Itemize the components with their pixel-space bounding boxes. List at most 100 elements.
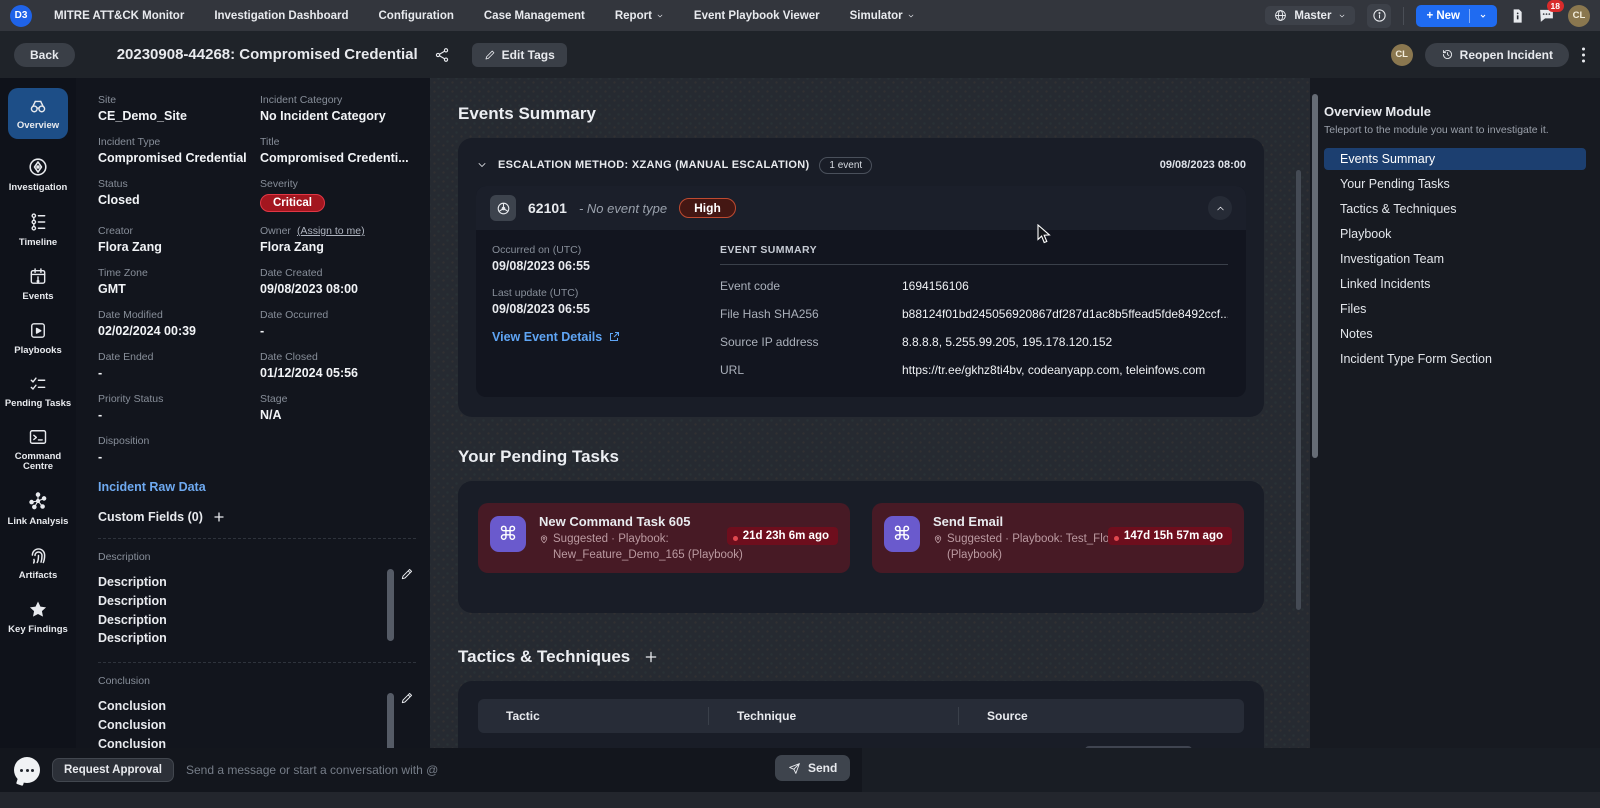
nav-item-report[interactable]: Report bbox=[615, 10, 664, 22]
rail-item-overview[interactable]: Overview bbox=[8, 88, 68, 139]
panel-scrollbar[interactable] bbox=[1312, 94, 1318, 458]
chevron-down-icon bbox=[907, 12, 915, 20]
pending-tasks-heading: Your Pending Tasks bbox=[458, 447, 1310, 467]
view-event-details-link[interactable]: View Event Details bbox=[492, 330, 720, 344]
add-tactic-icon[interactable] bbox=[644, 650, 658, 664]
escalation-method-title: ESCALATION METHOD: XZANG (MANUAL ESCALAT… bbox=[498, 159, 809, 171]
overview-module-title: Overview Module bbox=[1324, 104, 1586, 119]
bottom-strip bbox=[0, 792, 1600, 808]
nav-item-mitre[interactable]: MITRE ATT&CK Monitor bbox=[54, 10, 184, 22]
pin-icon bbox=[933, 533, 943, 545]
chevron-down-icon bbox=[1338, 12, 1346, 20]
star-icon bbox=[27, 599, 49, 620]
edit-conclusion-icon[interactable] bbox=[400, 691, 414, 705]
source-ip-value: 8.8.8.8, 5.255.99.205, 195.178.120.152 bbox=[902, 335, 1228, 349]
info-button[interactable] bbox=[1367, 4, 1391, 28]
task-card-new-command[interactable]: ⌘ New Command Task 605 Suggested · Playb… bbox=[478, 503, 850, 573]
field-time-zone: Time ZoneGMT bbox=[98, 267, 256, 296]
module-link-playbook[interactable]: Playbook bbox=[1324, 223, 1586, 245]
field-date-ended: Date Ended- bbox=[98, 351, 256, 380]
info-icon bbox=[1372, 8, 1387, 23]
message-input[interactable] bbox=[186, 763, 848, 777]
assign-to-me-link[interactable]: (Assign to me) bbox=[297, 225, 365, 237]
conclusion-scrollbar[interactable] bbox=[387, 693, 394, 748]
module-link-events-summary[interactable]: Events Summary bbox=[1324, 148, 1586, 170]
module-link-linked-incidents[interactable]: Linked Incidents bbox=[1324, 273, 1586, 295]
module-link-pending-tasks[interactable]: Your Pending Tasks bbox=[1324, 173, 1586, 195]
binoculars-icon bbox=[27, 96, 49, 116]
field-site: SiteCE_Demo_Site bbox=[98, 94, 256, 123]
document-icon[interactable] bbox=[1509, 7, 1525, 25]
incident-raw-data-link[interactable]: Incident Raw Data bbox=[98, 480, 416, 494]
nav-item-configuration[interactable]: Configuration bbox=[379, 10, 454, 22]
event-id: 62101 bbox=[528, 200, 567, 216]
new-button[interactable]: + New bbox=[1416, 5, 1497, 27]
main-scrollbar[interactable] bbox=[1296, 170, 1301, 610]
rail-item-investigation[interactable]: Investigation bbox=[3, 156, 73, 194]
tactics-table-header: Tactic Technique Source bbox=[478, 699, 1244, 733]
divider bbox=[720, 264, 1228, 265]
checklist-icon bbox=[27, 374, 49, 394]
description-scrollbar[interactable] bbox=[387, 569, 394, 641]
field-severity: SeverityCritical bbox=[260, 178, 416, 212]
rail-item-key-findings[interactable]: Key Findings bbox=[3, 599, 73, 636]
rail-item-timeline[interactable]: Timeline bbox=[3, 211, 73, 249]
divider bbox=[98, 538, 416, 539]
chat-bubble-icon[interactable] bbox=[14, 757, 40, 783]
nav-item-case-management[interactable]: Case Management bbox=[484, 10, 585, 22]
collapse-event-button[interactable] bbox=[1208, 196, 1232, 220]
nav-item-simulator[interactable]: Simulator bbox=[850, 10, 915, 22]
back-button[interactable]: Back bbox=[14, 43, 75, 67]
rail-item-events[interactable]: Events bbox=[3, 266, 73, 303]
pending-tasks-card: ⌘ New Command Task 605 Suggested · Playb… bbox=[458, 481, 1264, 613]
event-type-icon-button[interactable] bbox=[490, 195, 516, 221]
field-date-created: Date Created09/08/2023 08:00 bbox=[260, 267, 416, 296]
task-card-send-email[interactable]: ⌘ Send Email Suggested · Playbook: Test_… bbox=[872, 503, 1244, 573]
field-date-modified: Date Modified02/02/2024 00:39 bbox=[98, 309, 256, 338]
rail-item-artifacts[interactable]: Artifacts bbox=[3, 545, 73, 582]
compass-icon bbox=[27, 156, 49, 178]
module-link-incident-type-form[interactable]: Incident Type Form Section bbox=[1324, 348, 1586, 370]
kebab-menu-icon[interactable] bbox=[1581, 46, 1586, 64]
events-summary-card: ESCALATION METHOD: XZANG (MANUAL ESCALAT… bbox=[458, 138, 1264, 417]
environment-selector[interactable]: Master bbox=[1265, 6, 1355, 25]
external-link-icon bbox=[608, 331, 620, 343]
module-link-notes[interactable]: Notes bbox=[1324, 323, 1586, 345]
module-link-files[interactable]: Files bbox=[1324, 298, 1586, 320]
last-update-value: 09/08/2023 06:55 bbox=[492, 302, 720, 316]
module-link-tactics[interactable]: Tactics & Techniques bbox=[1324, 198, 1586, 220]
nav-item-event-playbook-viewer[interactable]: Event Playbook Viewer bbox=[694, 10, 820, 22]
column-technique: Technique bbox=[708, 707, 958, 725]
chat-bar: Request Approval Send bbox=[0, 748, 862, 792]
field-title: TitleCompromised Credenti... bbox=[260, 136, 416, 165]
incident-title: 20230908-44268: Compromised Credential bbox=[117, 46, 418, 63]
d3-logo[interactable]: D3 bbox=[10, 5, 32, 27]
nav-item-investigation-dashboard[interactable]: Investigation Dashboard bbox=[214, 10, 348, 22]
notification-badge: 18 bbox=[1547, 0, 1564, 12]
event-summary-title: EVENT SUMMARY bbox=[720, 244, 1228, 256]
rail-item-link-analysis[interactable]: Link Analysis bbox=[3, 490, 73, 528]
custom-fields-label: Custom Fields (0) bbox=[98, 510, 203, 524]
notifications-button[interactable]: 18 bbox=[1537, 7, 1556, 24]
overview-main-area: Events Summary ESCALATION METHOD: XZANG … bbox=[430, 78, 1310, 748]
request-approval-button[interactable]: Request Approval bbox=[52, 758, 174, 782]
rail-item-pending-tasks[interactable]: Pending Tasks bbox=[3, 374, 73, 410]
chevron-down-icon[interactable] bbox=[476, 159, 488, 171]
events-summary-heading: Events Summary bbox=[458, 104, 1310, 124]
rail-item-command-centre[interactable]: Command Centre bbox=[3, 427, 73, 474]
rail-item-playbooks[interactable]: Playbooks bbox=[3, 320, 73, 357]
overview-module-subtitle: Teleport to the module you want to inves… bbox=[1324, 124, 1586, 136]
module-link-investigation-team[interactable]: Investigation Team bbox=[1324, 248, 1586, 270]
share-icon[interactable] bbox=[434, 47, 450, 63]
timeline-icon bbox=[28, 211, 48, 233]
send-button[interactable]: Send bbox=[775, 755, 850, 781]
command-icon: ⌘ bbox=[490, 516, 526, 552]
edit-description-icon[interactable] bbox=[400, 567, 414, 581]
event-count-pill: 1 event bbox=[819, 157, 872, 174]
edit-tags-button[interactable]: Edit Tags bbox=[472, 43, 567, 67]
reopen-incident-button[interactable]: Reopen Incident bbox=[1425, 43, 1569, 67]
user-avatar[interactable]: CL bbox=[1568, 5, 1590, 27]
field-disposition: Disposition- bbox=[98, 435, 256, 464]
escalation-date: 09/08/2023 08:00 bbox=[1160, 159, 1246, 171]
add-icon[interactable] bbox=[213, 511, 225, 523]
